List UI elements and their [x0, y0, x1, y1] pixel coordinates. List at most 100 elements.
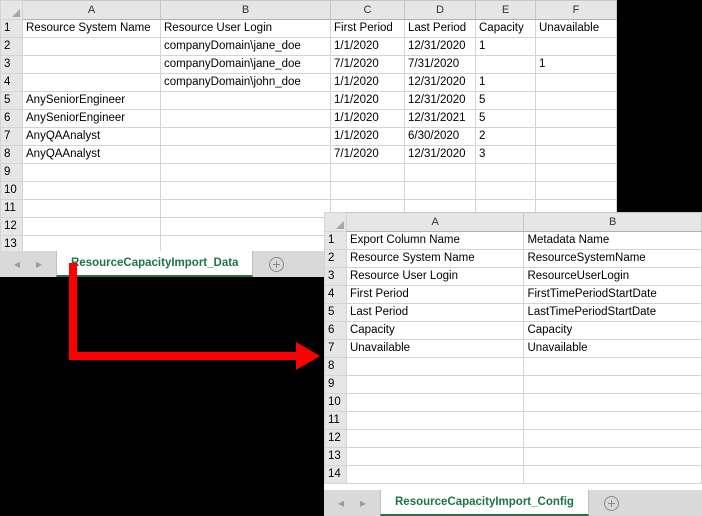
data-cell[interactable]: 7/1/2020 — [330, 55, 405, 74]
header-cell[interactable]: Last Period — [404, 19, 476, 38]
column-header-d[interactable]: D — [404, 0, 476, 20]
sheet-tab-resourcecapacityimport-config[interactable]: ResourceCapacityImport_Config — [380, 490, 589, 516]
table-row[interactable]: 3 Resource User Login ResourceUserLogin — [324, 267, 702, 286]
table-row[interactable]: 4 First Period FirstTimePeriodStartDate — [324, 285, 702, 304]
data-cell[interactable] — [523, 393, 702, 412]
row-header[interactable]: 4 — [0, 73, 23, 92]
table-row[interactable]: 2 Resource System Name ResourceSystemName — [324, 249, 702, 268]
header-cell[interactable]: Resource System Name — [22, 19, 161, 38]
table-row[interactable]: 10 — [324, 393, 702, 412]
select-all-corner[interactable] — [324, 212, 347, 232]
row-header[interactable]: 5 — [0, 91, 23, 110]
data-cell[interactable] — [535, 37, 617, 56]
data-cell[interactable] — [535, 163, 617, 182]
data-cell[interactable]: 2 — [475, 127, 536, 146]
row-header[interactable]: 2 — [324, 249, 347, 268]
table-row[interactable]: 6 Capacity Capacity — [324, 321, 702, 340]
data-cell[interactable]: 1 — [535, 55, 617, 74]
data-cell[interactable] — [535, 145, 617, 164]
data-cell[interactable]: First Period — [345, 285, 525, 304]
data-cell[interactable]: 1/1/2020 — [330, 37, 405, 56]
data-cell[interactable]: companyDomain\jane_doe — [160, 55, 331, 74]
data-cell[interactable]: 1 — [475, 37, 536, 56]
data-cell[interactable]: 12/31/2020 — [404, 145, 476, 164]
data-cell[interactable] — [160, 145, 331, 164]
data-cell[interactable]: Unavailable — [523, 339, 702, 358]
left-arrow-icon[interactable]: ◂ — [14, 258, 20, 270]
table-row[interactable]: 14 — [324, 465, 702, 484]
data-cell[interactable] — [475, 163, 536, 182]
data-cell[interactable] — [535, 127, 617, 146]
column-header-b[interactable]: B — [160, 0, 331, 20]
table-row[interactable]: 12 — [324, 429, 702, 448]
data-cell[interactable]: 12/31/2020 — [404, 37, 476, 56]
column-header-e[interactable]: E — [475, 0, 536, 20]
data-cell[interactable]: AnyQAAnalyst — [22, 127, 161, 146]
row-header[interactable]: 2 — [0, 37, 23, 56]
data-cell[interactable]: Resource System Name — [345, 249, 525, 268]
data-cell[interactable] — [160, 127, 331, 146]
row-header[interactable]: 11 — [324, 411, 347, 430]
header-cell[interactable]: Metadata Name — [523, 231, 702, 250]
table-row[interactable]: 9 — [0, 163, 617, 182]
data-cell[interactable]: 1/1/2020 — [330, 127, 405, 146]
data-cell[interactable]: 1/1/2020 — [330, 73, 405, 92]
row-header[interactable]: 6 — [0, 109, 23, 128]
data-cell[interactable] — [22, 37, 161, 56]
row-header[interactable]: 4 — [324, 285, 347, 304]
data-cell[interactable]: 1/1/2020 — [330, 109, 405, 128]
add-sheet-button[interactable] — [589, 490, 635, 516]
sheet-tab-resourcecapacityimport-data[interactable]: ResourceCapacityImport_Data — [56, 251, 254, 277]
data-cell[interactable]: 1 — [475, 73, 536, 92]
table-row[interactable]: 6 AnySeniorEngineer 1/1/2020 12/31/2021 5 — [0, 109, 617, 128]
data-cell[interactable]: Unavailable — [345, 339, 525, 358]
row-header[interactable]: 13 — [324, 447, 347, 466]
row-header[interactable]: 9 — [0, 163, 23, 182]
data-cell[interactable] — [535, 91, 617, 110]
data-cell[interactable]: Resource User Login — [345, 267, 525, 286]
data-cell[interactable] — [22, 181, 161, 200]
row-header[interactable]: 12 — [324, 429, 347, 448]
row-header[interactable]: 8 — [0, 145, 23, 164]
right-arrow-icon[interactable]: ▸ — [36, 258, 42, 270]
data-cell[interactable] — [160, 181, 331, 200]
data-cell[interactable]: Capacity — [345, 321, 525, 340]
left-arrow-icon[interactable]: ◂ — [338, 497, 344, 509]
data-cell[interactable] — [345, 393, 525, 412]
table-row[interactable]: 8 AnyQAAnalyst 7/1/2020 12/31/2020 3 — [0, 145, 617, 164]
header-cell[interactable]: Resource User Login — [160, 19, 331, 38]
data-cell[interactable] — [523, 375, 702, 394]
data-cell[interactable] — [345, 357, 525, 376]
select-all-corner[interactable] — [0, 0, 23, 20]
data-cell[interactable] — [535, 109, 617, 128]
column-header-a[interactable]: A — [22, 0, 161, 20]
row-header[interactable]: 7 — [0, 127, 23, 146]
row-header[interactable]: 8 — [324, 357, 347, 376]
column-header-a[interactable]: A — [345, 212, 525, 232]
row-header[interactable]: 11 — [0, 199, 23, 218]
data-cell[interactable]: 12/31/2020 — [404, 91, 476, 110]
data-cell[interactable] — [345, 429, 525, 448]
data-cell[interactable] — [160, 163, 331, 182]
sheet-nav-controls[interactable]: ◂ ▸ — [324, 490, 380, 516]
data-cell[interactable]: Capacity — [523, 321, 702, 340]
table-row[interactable]: 5 Last Period LastTimePeriodStartDate — [324, 303, 702, 322]
table-row[interactable]: 4 companyDomain\john_doe 1/1/2020 12/31/202… — [0, 73, 617, 92]
data-cell[interactable] — [523, 357, 702, 376]
data-cell[interactable] — [160, 199, 331, 218]
header-cell[interactable]: Unavailable — [535, 19, 617, 38]
data-cell[interactable]: 7/31/2020 — [404, 55, 476, 74]
data-cell[interactable] — [523, 411, 702, 430]
header-cell[interactable]: First Period — [330, 19, 405, 38]
data-cell[interactable]: companyDomain\john_doe — [160, 73, 331, 92]
row-header[interactable]: 1 — [324, 231, 347, 250]
config-sheet-grid[interactable]: A B 1 Export Column Name Metadata Name 2 Res… — [324, 212, 702, 484]
data-cell[interactable] — [160, 91, 331, 110]
table-row[interactable]: 1 Resource System Name Resource User Login… — [0, 19, 617, 38]
data-cell[interactable]: AnySeniorEngineer — [22, 91, 161, 110]
column-header-f[interactable]: F — [535, 0, 617, 20]
header-cell[interactable]: Export Column Name — [345, 231, 525, 250]
data-cell[interactable] — [535, 181, 617, 200]
data-cell[interactable]: 12/31/2021 — [404, 109, 476, 128]
data-cell[interactable]: LastTimePeriodStartDate — [523, 303, 702, 322]
